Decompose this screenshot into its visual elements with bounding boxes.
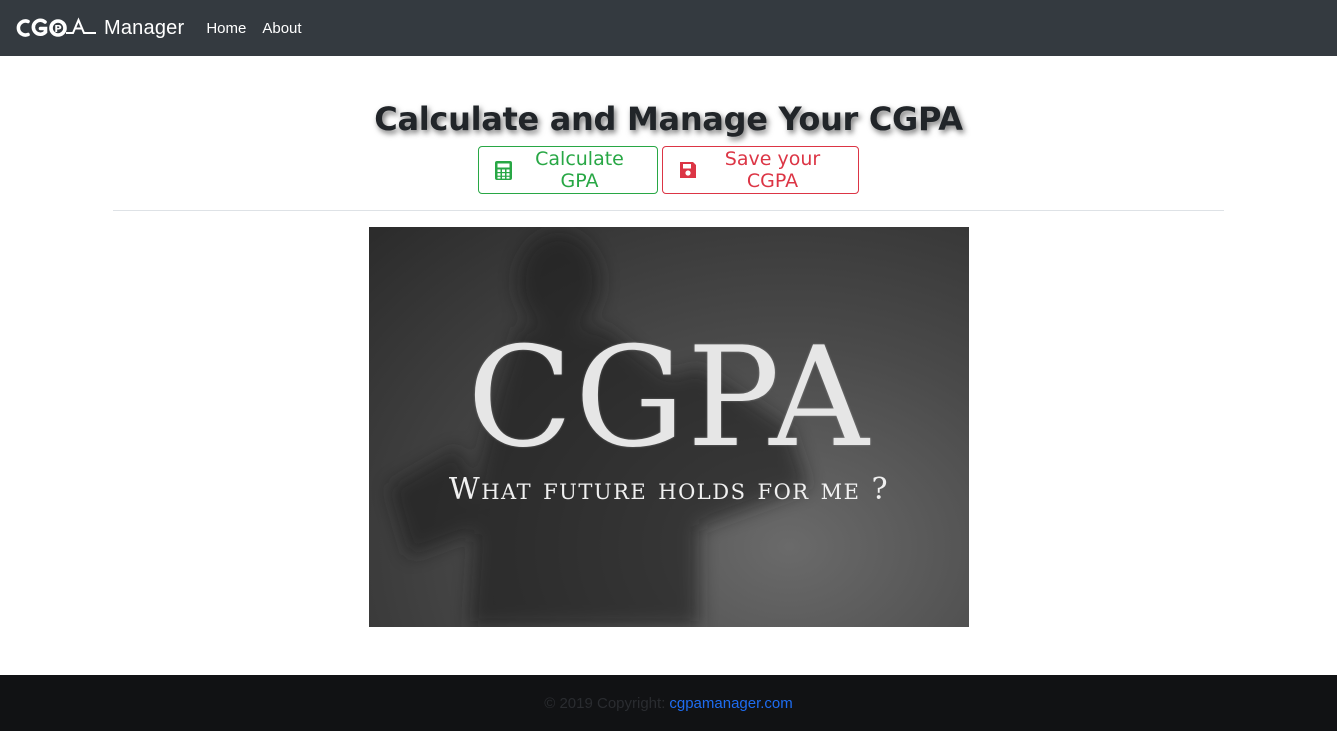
page-title: Calculate and Manage Your CGPA xyxy=(374,100,963,138)
calculate-gpa-button[interactable]: Calculate GPA xyxy=(478,146,658,194)
action-buttons: Calculate GPA Save your CGPA xyxy=(0,146,1337,194)
hero-title: CGPA xyxy=(467,317,871,478)
calculator-icon xyxy=(495,160,512,180)
footer-copyright: © 2019 Copyright: xyxy=(544,694,666,712)
hero-subtitle: What future holds for me ? xyxy=(448,472,890,507)
brand-text: Manager xyxy=(104,16,185,39)
cgpa-logo: P xyxy=(16,17,96,37)
svg-text:P: P xyxy=(54,24,61,35)
floppy-disk-icon xyxy=(679,161,697,179)
hero-image: CGPA What future holds for me ? xyxy=(369,227,969,627)
nav-link-about[interactable]: About xyxy=(262,20,301,37)
divider xyxy=(113,210,1224,211)
footer-link[interactable]: cgpamanager.com xyxy=(669,695,792,712)
calculate-gpa-label: Calculate GPA xyxy=(535,148,624,192)
save-cgpa-label: Save your CGPA xyxy=(724,148,821,192)
brand-link[interactable]: P Manager xyxy=(16,16,184,40)
nav-link-home[interactable]: Home xyxy=(206,20,246,37)
navbar: P Manager Home About xyxy=(0,0,1337,56)
save-cgpa-button[interactable]: Save your CGPA xyxy=(662,146,859,194)
footer: © 2019 Copyright: cgpamanager.com xyxy=(0,675,1337,731)
